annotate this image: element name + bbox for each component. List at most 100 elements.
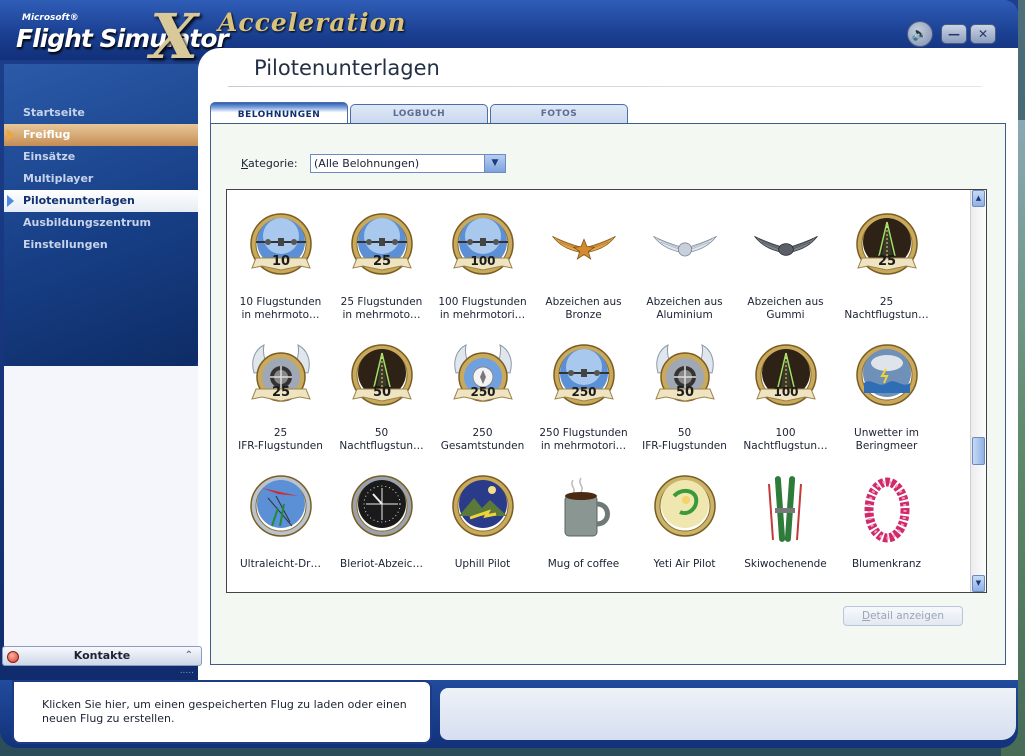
speaker-icon: 🔈 <box>911 26 929 42</box>
scroll-thumb[interactable] <box>972 437 985 465</box>
award-item[interactable]: 100 100 Flugstunden in mehrmotori… <box>432 192 533 323</box>
category-label: Kategorie: <box>241 157 298 170</box>
sidebar-item-multiplayer[interactable]: Multiplayer <box>4 168 198 190</box>
svg-text:250: 250 <box>470 385 495 399</box>
award-label: Abzeichen aus Aluminium <box>646 296 723 321</box>
svg-text:100: 100 <box>773 385 798 399</box>
award-item[interactable]: Bleriot-Abzeic… <box>331 454 432 585</box>
yeti-badge-icon <box>652 474 718 546</box>
sidebar-item-label: Startseite <box>23 106 85 119</box>
awards-scrollbar[interactable]: ▲ ▼ <box>970 190 986 592</box>
tab-fotos[interactable]: FOTOS <box>490 104 628 124</box>
multi-engine-badge-icon: 25 <box>349 212 415 284</box>
hint-box[interactable]: Klicken Sie hier, um einen gespeicherten… <box>12 680 432 744</box>
sidebar-item-label: Pilotenunterlagen <box>23 194 135 207</box>
skis-icon <box>753 474 819 546</box>
award-item[interactable]: Blumenkranz <box>836 454 937 585</box>
award-label: Abzeichen aus Gummi <box>747 296 824 321</box>
svg-text:25: 25 <box>877 254 895 269</box>
night-flight-badge-icon: 25 <box>854 212 920 284</box>
resize-grip[interactable]: ..... <box>2 666 202 678</box>
aluminium-wings-icon <box>652 212 718 284</box>
award-item[interactable]: 25 25 IFR-Flugstunden <box>230 323 331 454</box>
svg-text:100: 100 <box>470 254 495 268</box>
total-hours-badge-icon: 250 <box>450 343 516 415</box>
scroll-up-button[interactable]: ▲ <box>972 190 985 207</box>
awards-grid: 10 10 Flugstunden in mehrmoto… 25 25 Flugst… <box>230 192 970 585</box>
sidebar-nav: Startseite Freiflug Einsätze Multiplayer Pil… <box>4 102 198 256</box>
sidebar-item-einstellungen[interactable]: Einstellungen <box>4 234 198 256</box>
award-item[interactable]: Skiwochenende <box>735 454 836 585</box>
sidebar-item-eins-tze[interactable]: Einsätze <box>4 146 198 168</box>
award-label: 25 IFR-Flugstunden <box>238 427 323 452</box>
sidebar-item-ausbildungszentrum[interactable]: Ausbildungszentrum <box>4 212 198 234</box>
sidebar-item-label: Ausbildungszentrum <box>23 216 151 229</box>
award-item[interactable]: 50 50 IFR-Flugstunden <box>634 323 735 454</box>
scroll-down-button[interactable]: ▼ <box>972 575 985 592</box>
minimize-button[interactable]: — <box>941 24 967 44</box>
mountain-badge-icon <box>450 474 516 546</box>
show-detail-button[interactable]: Detail anzeigen <box>843 606 963 626</box>
sidebar-item-label: Einsätze <box>23 150 76 163</box>
award-label: 50 Nachtflugstun… <box>339 427 424 452</box>
sidebar-lower-panel <box>4 366 198 646</box>
sidebar-item-pilotenunterlagen[interactable]: Pilotenunterlagen <box>4 190 198 212</box>
award-item[interactable]: Abzeichen aus Gummi <box>735 192 836 323</box>
sidebar-item-freiflug[interactable]: Freiflug <box>4 124 198 146</box>
award-label: Blumenkranz <box>851 558 922 570</box>
contacts-bar[interactable]: Kontakte ⌃ <box>2 646 202 666</box>
page-title: Pilotenunterlagen <box>254 56 440 80</box>
award-item[interactable]: 250 250 Flugstunden in mehrmotori… <box>533 323 634 454</box>
ifr-badge-icon: 50 <box>652 343 718 415</box>
award-item[interactable]: Yeti Air Pilot <box>634 454 735 585</box>
award-item[interactable]: Abzeichen aus Bronze <box>533 192 634 323</box>
award-label: Mug of coffee <box>547 558 620 570</box>
bottom-right-panel <box>440 688 1016 740</box>
content-panel: Pilotenunterlagen BELOHNUNGEN LOGBUCH FOTO… <box>198 48 1018 680</box>
mute-sound-button[interactable]: 🔈 <box>907 21 933 47</box>
nav-arrow-icon <box>7 195 14 207</box>
award-item[interactable]: Abzeichen aus Aluminium <box>634 192 735 323</box>
sidebar-item-startseite[interactable]: Startseite <box>4 102 198 124</box>
tab-belohnungen[interactable]: BELOHNUNGEN <box>210 102 348 124</box>
award-label: 250 Gesamtstunden <box>440 427 525 452</box>
award-item[interactable]: 250 250 Gesamtstunden <box>432 323 533 454</box>
tab-bar: BELOHNUNGEN LOGBUCH FOTOS <box>210 102 628 124</box>
app-window: Microsoft® Flight Simulator X Accelerati… <box>0 0 1018 748</box>
close-button[interactable]: ✕ <box>970 24 996 44</box>
award-item[interactable]: Ultraleicht-Dr… <box>230 454 331 585</box>
award-item[interactable]: 25 25 Flugstunden in mehrmoto… <box>331 192 432 323</box>
contacts-label: Kontakte <box>73 649 131 662</box>
tab-logbuch[interactable]: LOGBUCH <box>350 104 488 124</box>
award-item[interactable]: 25 25 Nachtflugstun… <box>836 192 937 323</box>
award-item[interactable]: 10 10 Flugstunden in mehrmoto… <box>230 192 331 323</box>
chevron-down-icon[interactable]: ▼ <box>484 155 505 172</box>
bronze-wings-icon <box>551 212 617 284</box>
category-value: (Alle Belohnungen) <box>314 157 420 170</box>
svg-text:50: 50 <box>372 385 390 400</box>
sidebar-item-label: Einstellungen <box>23 238 108 251</box>
award-label: Bleriot-Abzeic… <box>340 558 423 570</box>
category-dropdown[interactable]: (Alle Belohnungen) ▼ <box>310 154 506 173</box>
tab-panel-belohnungen: Kategorie: (Alle Belohnungen) ▼ 10 10 Flu… <box>210 123 1006 665</box>
sidebar-item-label: Freiflug <box>23 128 71 141</box>
award-label: 25 Nachtflugstun… <box>844 296 929 321</box>
award-label: 50 IFR-Flugstunden <box>642 427 727 452</box>
award-item[interactable]: 50 50 Nachtflugstun… <box>331 323 432 454</box>
sidebar: Startseite Freiflug Einsätze Multiplayer Pil… <box>4 64 198 366</box>
award-label: Unwetter im Beringmeer <box>854 427 919 452</box>
award-label: Ultraleicht-Dr… <box>239 558 321 570</box>
svg-text:250: 250 <box>571 385 596 399</box>
logo-x: X <box>150 0 199 73</box>
award-item[interactable]: Unwetter im Beringmeer <box>836 323 937 454</box>
chevron-up-icon: ⌃ <box>184 650 193 661</box>
multi-engine-badge-icon: 10 <box>248 212 314 284</box>
award-item[interactable]: Uphill Pilot <box>432 454 533 585</box>
svg-text:50: 50 <box>675 385 693 400</box>
award-item[interactable]: Mug of coffee <box>533 454 634 585</box>
hang-glider-badge-icon <box>248 474 314 546</box>
award-item[interactable]: 100 100 Nachtflugstun… <box>735 323 836 454</box>
gauge-badge-icon <box>349 474 415 546</box>
close-icon: ✕ <box>977 27 989 41</box>
award-label: 10 Flugstunden in mehrmoto… <box>239 296 322 321</box>
